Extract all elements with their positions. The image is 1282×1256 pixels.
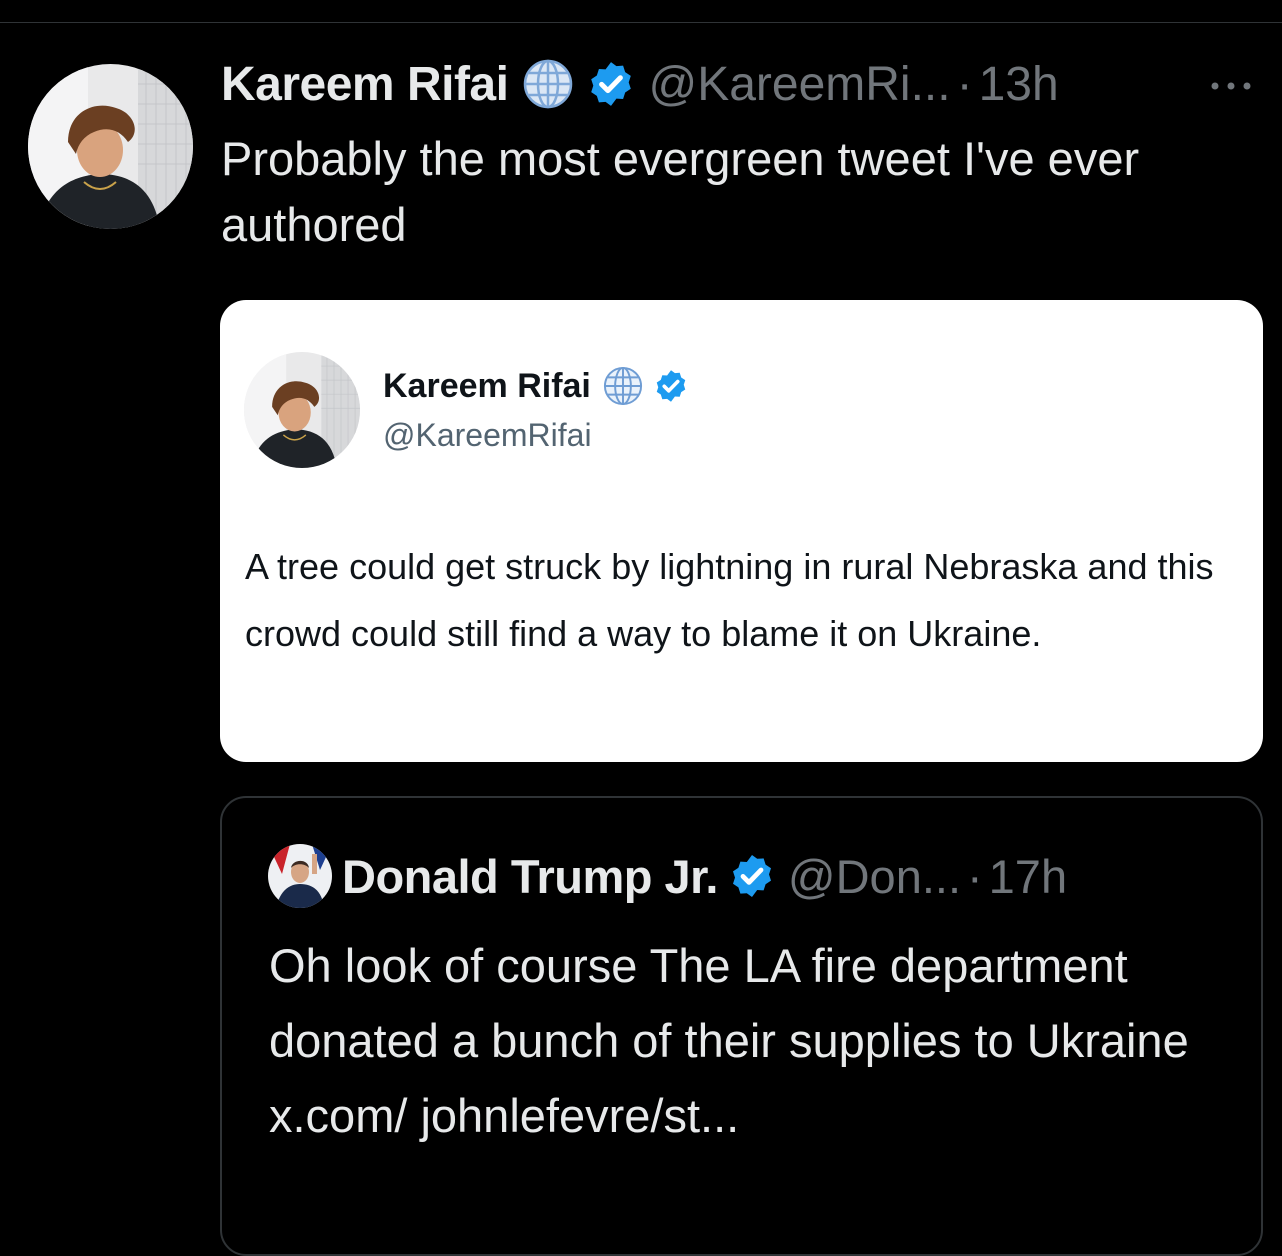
quoted-author-avatar[interactable]: [268, 844, 332, 908]
screenshot-handle: @KareemRifai: [383, 417, 592, 453]
quoted-tweet-text: Oh look of course The LA fire department…: [269, 939, 1189, 1142]
more-horizontal-icon: [1211, 82, 1251, 90]
verified-badge-icon: [653, 368, 689, 404]
author-name[interactable]: Kareem Rifai: [221, 57, 509, 112]
separator-dot: ·: [967, 849, 983, 903]
more-options-button[interactable]: [1196, 66, 1266, 106]
tweet-header: Kareem Rifai @KareemRi... · 13h: [221, 52, 1059, 116]
screenshot-text: A tree could get struck by lightning in …: [245, 546, 1214, 654]
screenshot-avatar: [244, 352, 360, 468]
screenshot-name-row: Kareem Rifai: [383, 364, 689, 408]
top-divider: [0, 22, 1282, 23]
quoted-author-name[interactable]: Donald Trump Jr.: [342, 849, 718, 904]
tweet-image[interactable]: Kareem Rifai @KareemRifai A tree could g…: [220, 300, 1263, 762]
globe-icon: [601, 364, 645, 408]
quoted-author-handle[interactable]: @Don...: [788, 849, 961, 904]
quoted-tweet-header: Donald Trump Jr. @Don... · 17h: [268, 844, 1067, 908]
tweet-text: Probably the most evergreen tweet I've e…: [221, 132, 1140, 251]
quoted-tweet-time[interactable]: 17h: [989, 849, 1067, 904]
quoted-tweet[interactable]: Donald Trump Jr. @Don... · 17h Oh look o…: [220, 796, 1263, 1256]
verified-badge-icon[interactable]: [728, 852, 776, 900]
verified-badge-icon[interactable]: [586, 59, 636, 109]
screenshot-author-name: Kareem Rifai: [383, 366, 591, 405]
globe-icon: [520, 56, 576, 112]
tweet-time[interactable]: 13h: [979, 57, 1059, 112]
separator-dot: ·: [956, 57, 973, 111]
author-handle[interactable]: @KareemRi...: [648, 57, 950, 112]
author-avatar[interactable]: [28, 64, 193, 229]
